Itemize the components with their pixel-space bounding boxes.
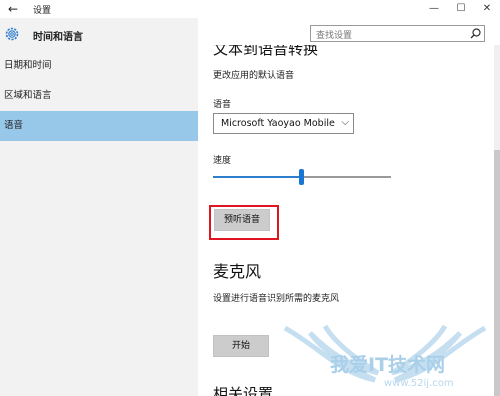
voice-selected-value: Microsoft Yaoyao Mobile <box>221 118 335 129</box>
title-bar: ← 设置 — ☐ ✕ <box>0 0 500 18</box>
search-input[interactable]: 查找设置 <box>310 25 485 42</box>
sidebar-item-speech[interactable]: 语音 <box>0 111 198 141</box>
window-title: 设置 <box>33 6 52 16</box>
slider-track <box>301 176 391 178</box>
gear-icon <box>5 27 19 41</box>
slider-thumb[interactable] <box>299 169 304 185</box>
microphone-description: 设置进行语音识别所需的麦克风 <box>213 294 340 304</box>
search-icon[interactable] <box>469 27 482 40</box>
speed-label: 速度 <box>213 156 232 166</box>
close-button[interactable]: ✕ <box>473 0 500 18</box>
watermark-text: 我爱IT技术网 <box>330 354 446 376</box>
chevron-down-icon: ⌵ <box>341 117 349 128</box>
tts-section-title: 文本到语音转换 <box>213 45 319 58</box>
preview-voice-button[interactable]: 预听语音 <box>214 209 270 231</box>
page-title: 时间和语言 <box>33 32 83 43</box>
back-arrow-icon[interactable]: ← <box>4 0 22 18</box>
voice-label: 语音 <box>213 100 232 110</box>
voice-dropdown[interactable]: Microsoft Yaoyao Mobile ⌵ <box>213 113 354 134</box>
maximize-button[interactable]: ☐ <box>447 0 475 18</box>
search-placeholder: 查找设置 <box>316 31 353 41</box>
sidebar-item-region-language[interactable]: 区域和语言 <box>0 81 198 111</box>
start-button[interactable]: 开始 <box>213 335 269 357</box>
minimize-button[interactable]: — <box>420 0 448 18</box>
related-settings-title: 相关设置 <box>213 385 274 396</box>
sidebar-item-date-time[interactable]: 日期和时间 <box>0 51 198 81</box>
slider-fill <box>213 176 301 178</box>
watermark-url: www.52ij.com <box>384 378 454 389</box>
tts-description: 更改应用的默认语音 <box>213 71 295 81</box>
scrollbar[interactable] <box>494 45 500 396</box>
scrollbar-thumb[interactable] <box>494 150 500 396</box>
sidebar: 时间和语言 日期和时间 区域和语言 语音 <box>0 18 198 396</box>
speed-slider[interactable] <box>213 167 391 187</box>
microphone-section-title: 麦克风 <box>213 262 262 281</box>
